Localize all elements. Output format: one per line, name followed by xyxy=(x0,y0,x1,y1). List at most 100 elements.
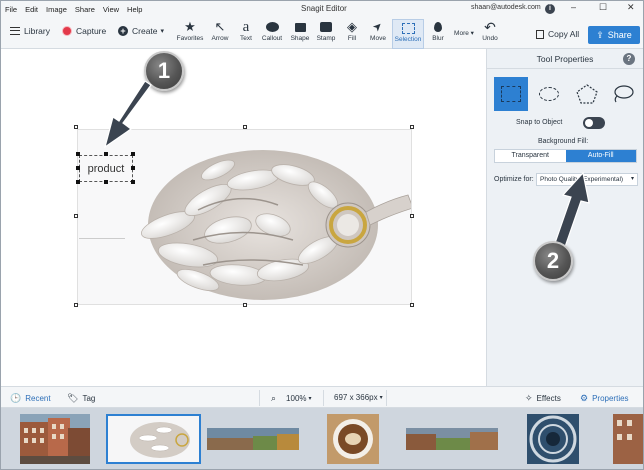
star-icon: ★ xyxy=(184,19,196,34)
menu-file[interactable]: File xyxy=(1,5,21,14)
help-icon[interactable]: ? xyxy=(623,53,635,65)
properties-button[interactable]: ⚙ Properties xyxy=(580,393,629,404)
selection-handle[interactable] xyxy=(131,180,135,184)
resize-handle[interactable] xyxy=(410,125,414,129)
selection-handle[interactable] xyxy=(131,166,135,170)
menu-image[interactable]: Image xyxy=(42,5,71,14)
selection-handle[interactable] xyxy=(131,152,135,156)
maximize-icon[interactable]: ☐ xyxy=(599,2,607,13)
thumbnail-panorama xyxy=(207,428,299,450)
selection-handle[interactable] xyxy=(76,166,80,170)
close-icon[interactable]: ✕ xyxy=(627,2,635,13)
minimize-icon[interactable]: – xyxy=(571,2,576,12)
callout-icon xyxy=(257,19,287,35)
plus-icon: + xyxy=(118,26,128,36)
thumbnail-spiral xyxy=(527,414,579,464)
tool-properties-panel: Tool Properties ? Snap to Object Backgro… xyxy=(486,49,643,386)
selection-handle[interactable] xyxy=(76,180,80,184)
tool-label: Callout xyxy=(261,35,283,42)
tool-selection[interactable]: Selection xyxy=(392,19,424,49)
thumbnail-coffee xyxy=(327,414,379,464)
share-label: Share xyxy=(607,30,632,40)
resize-handle[interactable] xyxy=(243,303,247,307)
zoom-control[interactable]: ⌕ 100% ▾ xyxy=(271,393,312,404)
fill-option-auto-fill[interactable]: Auto-Fill xyxy=(565,150,636,162)
resize-handle[interactable] xyxy=(74,303,78,307)
polygon-selection-button[interactable] xyxy=(570,77,604,111)
callout-arrow-1 xyxy=(103,81,152,149)
capture-thumbnail[interactable] xyxy=(613,414,643,464)
share-button[interactable]: ⇪ Share xyxy=(588,26,640,44)
library-button[interactable]: Library xyxy=(10,26,50,36)
capture-thumbnail[interactable] xyxy=(207,428,299,450)
divider xyxy=(323,390,324,406)
capture-thumbnail[interactable] xyxy=(327,414,379,464)
panel-title: Tool Properties xyxy=(487,49,643,69)
pentagon-icon xyxy=(576,84,598,104)
selected-text-region[interactable]: product xyxy=(79,155,133,182)
ellipse-selection-button[interactable] xyxy=(532,77,566,111)
copy-all-button[interactable]: Copy All xyxy=(536,29,579,39)
tag-button[interactable]: 🏷 Tag xyxy=(67,393,95,404)
chevron-down-icon: ▾ xyxy=(470,30,474,37)
lasso-icon xyxy=(614,85,634,103)
tool-callout[interactable]: Callout xyxy=(257,19,287,49)
snap-to-object-toggle[interactable] xyxy=(583,117,605,129)
copy-all-label: Copy All xyxy=(548,29,580,39)
tag-label: Tag xyxy=(82,394,96,403)
selection-icon xyxy=(393,20,423,36)
clock-icon: 🕒 xyxy=(10,393,22,403)
rectangle-selection-button[interactable] xyxy=(494,77,528,111)
selection-handle[interactable] xyxy=(104,152,108,156)
menu-help[interactable]: Help xyxy=(123,5,146,14)
resize-handle[interactable] xyxy=(410,214,414,218)
capture-thumbnail[interactable] xyxy=(527,414,579,464)
tool-favorites[interactable]: ★ Favorites xyxy=(175,19,205,49)
resize-handle[interactable] xyxy=(410,303,414,307)
lasso-selection-button[interactable] xyxy=(606,77,640,111)
share-icon: ⇪ xyxy=(596,29,604,40)
capture-label: Capture xyxy=(76,26,107,36)
divider xyxy=(259,390,260,406)
fill-option-transparent[interactable]: Transparent xyxy=(495,150,566,162)
create-button[interactable]: + Create ▾ xyxy=(118,26,164,36)
menu-share[interactable]: Share xyxy=(71,5,99,14)
create-label: Create xyxy=(132,26,158,36)
magnifier-icon: ⌕ xyxy=(271,393,277,403)
resize-handle[interactable] xyxy=(74,125,78,129)
properties-label: Properties xyxy=(592,394,629,403)
copy-icon xyxy=(536,29,544,39)
menu-view[interactable]: View xyxy=(99,5,123,14)
dimensions-control[interactable]: 697 x 366px ▾ xyxy=(334,393,383,402)
callout-arrow-2 xyxy=(554,171,590,248)
effects-button[interactable]: ✧ Effects xyxy=(525,393,561,404)
selection-handle[interactable] xyxy=(104,180,108,184)
hamburger-icon xyxy=(10,27,20,35)
snagit-editor-window: File Edit Image Share View Help Snagit E… xyxy=(0,0,644,470)
capture-thumbnail[interactable] xyxy=(406,428,498,450)
resize-handle[interactable] xyxy=(74,214,78,218)
menu-edit[interactable]: Edit xyxy=(21,5,42,14)
capture-thumbnail[interactable] xyxy=(20,414,90,464)
background-fill-segmented: Transparent Auto-Fill xyxy=(494,149,637,163)
capture-thumbnail-selected[interactable] xyxy=(106,414,201,464)
resize-handle[interactable] xyxy=(243,125,247,129)
chevron-down-icon: ▾ xyxy=(630,176,634,182)
effects-label: Effects xyxy=(536,394,561,403)
selection-handle[interactable] xyxy=(76,152,80,156)
divider-line xyxy=(79,238,125,239)
recent-button[interactable]: 🕒 Recent xyxy=(10,393,51,404)
capture-button[interactable]: Capture xyxy=(62,26,106,36)
ellipse-icon xyxy=(539,87,559,101)
tool-undo[interactable]: ↶ Undo xyxy=(475,19,505,49)
thumbnail-buildings xyxy=(20,414,90,464)
selection-shape-options xyxy=(494,77,639,111)
tool-move[interactable]: ➤ Move xyxy=(363,19,393,49)
undo-icon: ↶ xyxy=(484,19,496,35)
editor-canvas[interactable]: product 1 xyxy=(1,49,486,386)
toolbar: Library Capture + Create ▾ ★ Favorites ↖… xyxy=(1,17,643,49)
gear-icon: ⚙ xyxy=(580,393,589,403)
account-email[interactable]: shaan@autodesk.com xyxy=(471,4,541,11)
dimensions-value: 697 x 366px xyxy=(334,393,378,402)
info-icon[interactable]: i xyxy=(545,4,555,14)
